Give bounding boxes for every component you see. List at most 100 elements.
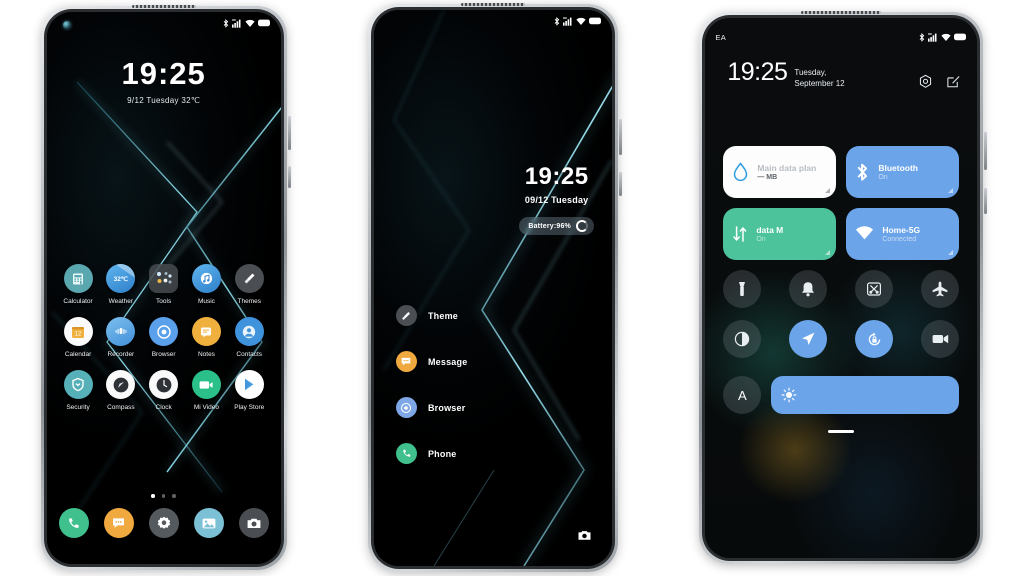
shortcut-message[interactable]: Message [395,351,467,372]
volume-button[interactable] [287,116,291,150]
bell-icon [802,282,815,297]
page-dot-1[interactable] [151,494,155,498]
bluetooth-tile[interactable]: Bluetooth On [846,146,960,198]
app-recorder[interactable]: Recorder [99,317,142,358]
settings-dock-icon[interactable] [148,508,179,538]
drag-handle[interactable] [828,430,855,433]
location-arrow-icon [802,332,815,345]
data-plan-tile[interactable]: Main data plan — MB [723,146,837,198]
screen-record-toggle[interactable] [921,320,960,358]
app-clock[interactable]: Clock [142,370,185,411]
tile-sub: — MB [757,174,778,181]
tile-title: Main data plan [757,163,817,173]
app-calculator[interactable]: Calculator [57,264,100,305]
shortcut-phone[interactable]: Phone [395,443,467,464]
location-toggle[interactable] [789,320,828,358]
expand-corner-icon[interactable] [825,188,831,193]
shortcut-label: Phone [427,448,457,459]
three-phone-showcase: 19:25 9/12 Tuesday 32℃ Calculator Weathe… [0,0,1024,576]
app-notes[interactable]: Notes [185,317,228,358]
mobile-data-tile[interactable]: data M On [723,208,837,260]
power-button[interactable] [287,166,291,188]
page-dot-3[interactable] [172,494,176,498]
dock [58,508,269,538]
themes-brush-icon [395,305,417,326]
app-label: Calendar [64,351,92,358]
mi-video-icon [191,370,221,399]
browser-icon [149,317,179,346]
phone-3-frame: EA 19:25 Tuesday, September 12 Main data… [699,11,988,564]
shortcut-label: Theme [427,310,458,321]
flashlight-toggle[interactable] [723,270,762,308]
messages-dock-icon[interactable] [103,508,134,538]
camera-shortcut-icon[interactable] [577,529,592,542]
gallery-dock-icon[interactable] [193,508,224,538]
bluetooth-icon [223,18,228,28]
home-clock-widget: 19:25 9/12 Tuesday 32℃ [47,58,281,105]
phone-dock-icon[interactable] [58,508,89,538]
volume-button[interactable] [984,132,988,170]
brightness-slider[interactable] [771,376,960,414]
expand-corner-icon[interactable] [948,250,954,255]
app-music[interactable]: Music [185,264,228,305]
phone-2-frame: 19:25 09/12 Tuesday Battery:96% Theme Me… [367,3,622,572]
airplane-toggle[interactable] [921,270,960,308]
app-row: Calculator 32℃ Weather [57,264,271,305]
app-browser[interactable]: Browser [142,317,185,358]
camera-dock-icon[interactable] [238,508,269,538]
app-play-store[interactable]: Play Store [228,370,271,411]
expand-corner-icon[interactable] [825,250,831,255]
rotation-lock-toggle[interactable] [855,320,894,358]
edit-icon[interactable] [946,74,961,94]
battery-icon [954,33,967,41]
app-calendar[interactable]: 12 Calendar [57,317,100,358]
water-drop-icon [734,161,748,181]
shortcut-browser[interactable]: Browser [395,397,467,418]
page-indicator [47,494,281,498]
app-themes[interactable]: Themes [228,264,271,305]
lock-shortcut-list: Theme Message Browser Phone [395,305,467,489]
phone-1-screen: 19:25 9/12 Tuesday 32℃ Calculator Weathe… [46,12,281,564]
battery-ring-icon [575,220,588,232]
power-button[interactable] [984,188,988,214]
shortcut-theme[interactable]: Theme [395,305,467,326]
app-label: Clock [155,404,172,411]
earpiece-grille [131,5,196,8]
app-label: Browser [151,351,176,358]
app-weather[interactable]: 32℃ Weather [99,264,142,305]
app-mi-video[interactable]: Mi Video [185,370,228,411]
bluetooth-icon [554,16,560,26]
header-actions [918,74,961,94]
video-camera-icon [932,334,949,344]
battery-label: Battery:96% [528,222,571,230]
wifi-tile[interactable]: Home-5G Connected [846,208,960,260]
app-compass[interactable]: Compass [99,370,142,411]
app-tools[interactable]: Tools [142,264,185,305]
dark-mode-toggle[interactable] [723,320,762,358]
tile-sub: Connected [882,236,917,243]
page-dot-2[interactable] [161,494,166,498]
phone-icon [395,443,417,464]
app-security[interactable]: Security [57,370,100,411]
app-label: Compass [107,404,135,411]
status-icons [919,32,967,42]
screenshot-toggle[interactable] [855,270,894,308]
sun-icon [781,387,797,403]
app-label: Calculator [63,298,93,305]
ringer-toggle[interactable] [789,270,828,308]
auto-brightness-button[interactable]: A [723,376,762,414]
front-camera-punch-hole [62,21,71,29]
power-button[interactable] [618,172,622,196]
app-label: Notes [197,351,215,358]
expand-corner-icon[interactable] [948,188,954,193]
lock-clock-widget: 19:25 09/12 Tuesday Battery:96% [519,165,594,235]
tile-title: data M [756,225,784,235]
settings-gear-icon[interactable] [918,74,933,94]
contacts-icon [234,317,264,346]
app-label: Recorder [107,351,135,358]
volume-button[interactable] [618,119,622,155]
header-time: 19:25 [727,58,788,86]
toggle-row [723,270,960,308]
battery-icon [257,19,270,27]
app-contacts[interactable]: Contacts [228,317,271,358]
